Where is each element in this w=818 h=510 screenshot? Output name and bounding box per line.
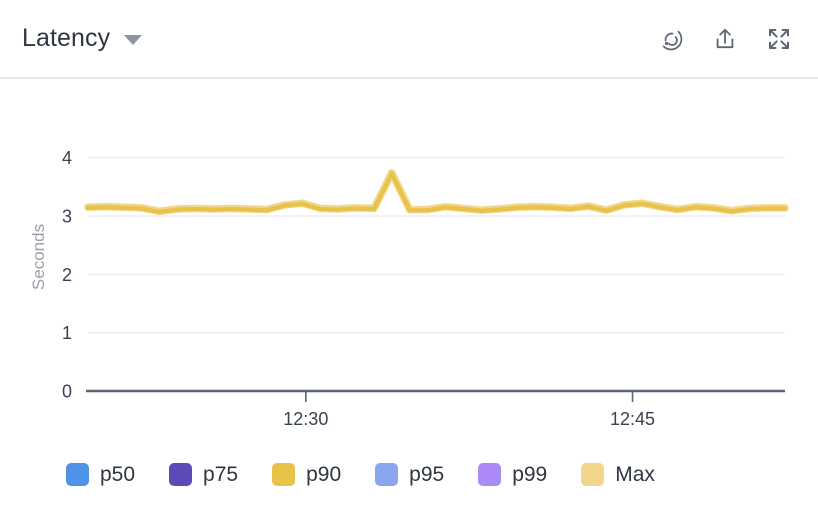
widget-header: Latency: [0, 0, 818, 79]
legend-swatch: [375, 462, 399, 486]
legend-item-max[interactable]: Max: [581, 462, 655, 486]
legend-label: Max: [615, 462, 655, 486]
legend-label: p75: [203, 462, 239, 486]
series-line-max: [84, 169, 789, 216]
legend-label: p50: [100, 462, 136, 486]
y-axis-tick-label: 2: [62, 265, 72, 285]
latency-line-chart[interactable]: 0 1 2 3 4 12:30 12:45: [0, 79, 818, 434]
legend-swatch: [581, 462, 605, 486]
chart-plot-area: Seconds 01234 12:30 12:45: [0, 79, 818, 434]
share-icon[interactable]: [710, 24, 740, 54]
x-axis-tick-label: 12:45: [610, 409, 655, 429]
live-data-icon[interactable]: [656, 24, 686, 54]
y-axis-ticks: 0 1 2 3 4: [62, 148, 72, 401]
data-series: [84, 169, 789, 216]
chevron-down-icon[interactable]: [124, 35, 143, 45]
legend-swatch: [169, 462, 193, 486]
page-title: Latency: [22, 24, 111, 52]
y-axis-tick-label: 3: [62, 207, 72, 227]
chart-legend: p50 p75 p90 p95 p99 Max: [0, 450, 818, 498]
legend-swatch: [66, 462, 89, 486]
legend-label: p90: [306, 462, 342, 486]
x-axis: 12:30 12:45: [86, 389, 785, 429]
gridlines: [88, 156, 785, 334]
legend-item-p90[interactable]: p90: [272, 462, 342, 486]
legend-item-p99[interactable]: p99: [478, 462, 548, 486]
legend-item-p95[interactable]: p95: [375, 462, 445, 486]
title-group: Latency: [22, 24, 143, 52]
legend-label: p95: [409, 462, 445, 486]
legend-swatch: [272, 462, 296, 486]
y-axis-tick-label: 0: [62, 382, 72, 402]
header-actions: [656, 24, 794, 54]
legend-item-p75[interactable]: p75: [169, 462, 239, 486]
legend-swatch: [478, 462, 502, 486]
x-axis-tick-label: 12:30: [283, 409, 328, 429]
latency-chart-widget: Latency Seconds 0 1 2 3 4 12:30 12:45 p5…: [0, 0, 818, 510]
y-axis-tick-label: 4: [62, 148, 72, 168]
fullscreen-icon[interactable]: [764, 24, 794, 54]
y-axis-tick-label: 1: [62, 323, 72, 343]
legend-label: p99: [512, 462, 548, 486]
legend-item-p50[interactable]: p50: [66, 462, 136, 486]
